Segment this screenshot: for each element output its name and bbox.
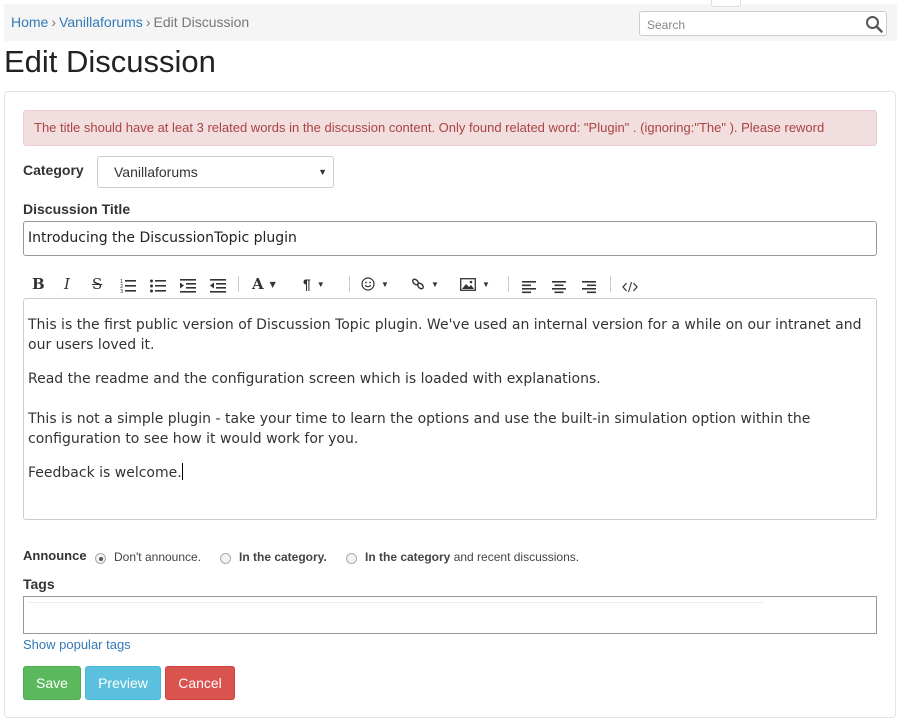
top-tab-stub <box>711 0 741 7</box>
bullet-list-icon[interactable] <box>150 276 166 296</box>
italic-button[interactable]: I <box>64 274 70 294</box>
tags-label: Tags <box>23 576 55 592</box>
category-selected-value: Vanillaforums <box>114 164 198 180</box>
show-popular-tags-link[interactable]: Show popular tags <box>23 637 131 652</box>
breadcrumb-home[interactable]: Home <box>11 14 48 30</box>
toolbar-divider <box>508 276 509 292</box>
tags-inner-field <box>28 602 763 603</box>
search-icon[interactable] <box>865 15 883 33</box>
link-icon <box>412 278 424 290</box>
top-bar: Home › Vanillaforums › Edit Discussion <box>4 0 897 41</box>
font-format-label: A <box>252 275 264 293</box>
category-label: Category <box>23 162 84 178</box>
paragraph-format-button[interactable]: ¶ ▼ <box>303 274 325 294</box>
save-button[interactable]: Save <box>23 666 81 700</box>
align-left-icon[interactable] <box>522 277 536 297</box>
discussion-body-editor[interactable]: This is the first public version of Disc… <box>23 298 877 520</box>
editor-toolbar: B I S 1 2 3 A ▼ ¶ ▼ ▼ ▼ ▼ <box>23 272 877 296</box>
bold-button[interactable]: B <box>32 274 45 294</box>
radio-dont-announce[interactable] <box>95 553 106 564</box>
tags-input[interactable] <box>23 596 877 634</box>
discussion-title-input[interactable]: Introducing the DiscussionTopic plugin <box>23 221 877 256</box>
paragraph-format-label: ¶ <box>303 276 311 292</box>
align-center-icon[interactable] <box>552 277 566 297</box>
image-button[interactable]: ▼ <box>460 274 490 294</box>
body-paragraph: This is not a simple plugin - take your … <box>28 411 811 447</box>
toolbar-divider <box>349 276 350 292</box>
toolbar-divider <box>238 276 239 292</box>
indent-icon[interactable] <box>180 276 196 296</box>
toolbar-divider <box>610 276 611 292</box>
chevron-down-icon: ▼ <box>269 279 276 289</box>
smiley-icon <box>361 277 375 291</box>
radio-announce-category-recent-rest: and recent discussions. <box>450 550 580 564</box>
radio-announce-category-recent[interactable] <box>346 553 357 564</box>
chevron-down-icon: ▼ <box>316 279 325 289</box>
chevron-down-icon: ▼ <box>431 279 439 289</box>
cancel-button[interactable]: Cancel <box>165 666 235 700</box>
validation-alert: The title should have at leat 3 related … <box>23 110 877 146</box>
breadcrumb-current: Edit Discussion <box>153 14 250 30</box>
preview-button[interactable]: Preview <box>85 666 161 700</box>
text-cursor <box>181 463 183 480</box>
radio-announce-category-label: In the category. <box>239 550 327 564</box>
breadcrumb: Home › Vanillaforums › Edit Discussion <box>11 14 249 30</box>
code-view-icon[interactable] <box>622 277 638 297</box>
search-input[interactable] <box>645 13 859 36</box>
body-paragraph: Feedback is welcome. <box>28 465 182 481</box>
breadcrumb-separator: › <box>145 14 151 30</box>
radio-announce-category-recent-label: In the category and recent discussions. <box>365 550 579 564</box>
svg-text:3: 3 <box>120 289 123 295</box>
font-format-button[interactable]: A ▼ <box>252 274 276 294</box>
align-right-icon[interactable] <box>582 277 596 297</box>
chevron-down-icon: ▼ <box>318 167 327 177</box>
outdent-icon[interactable] <box>210 276 226 296</box>
radio-dont-announce-label: Don't announce. <box>114 550 202 564</box>
link-button[interactable]: ▼ <box>411 274 439 294</box>
body-paragraph: This is the first public version of Disc… <box>28 317 862 353</box>
announce-label: Announce <box>23 548 87 563</box>
image-icon <box>460 277 476 291</box>
emoji-button[interactable]: ▼ <box>361 274 389 294</box>
page-title: Edit Discussion <box>4 44 216 79</box>
breadcrumb-separator: › <box>51 14 57 30</box>
ordered-list-icon[interactable]: 1 2 3 <box>120 276 136 296</box>
search-box <box>639 11 887 36</box>
radio-announce-category-recent-bold: In the category <box>365 550 451 564</box>
discussion-title-label: Discussion Title <box>23 201 131 217</box>
body-paragraph: Read the readme and the configuration sc… <box>28 371 601 387</box>
radio-announce-category[interactable] <box>220 553 231 564</box>
breadcrumb-category[interactable]: Vanillaforums <box>59 14 143 30</box>
chevron-down-icon: ▼ <box>381 279 389 289</box>
category-select[interactable]: Vanillaforums ▼ <box>97 156 334 188</box>
strikethrough-button[interactable]: S <box>92 274 102 294</box>
chevron-down-icon: ▼ <box>482 279 490 289</box>
